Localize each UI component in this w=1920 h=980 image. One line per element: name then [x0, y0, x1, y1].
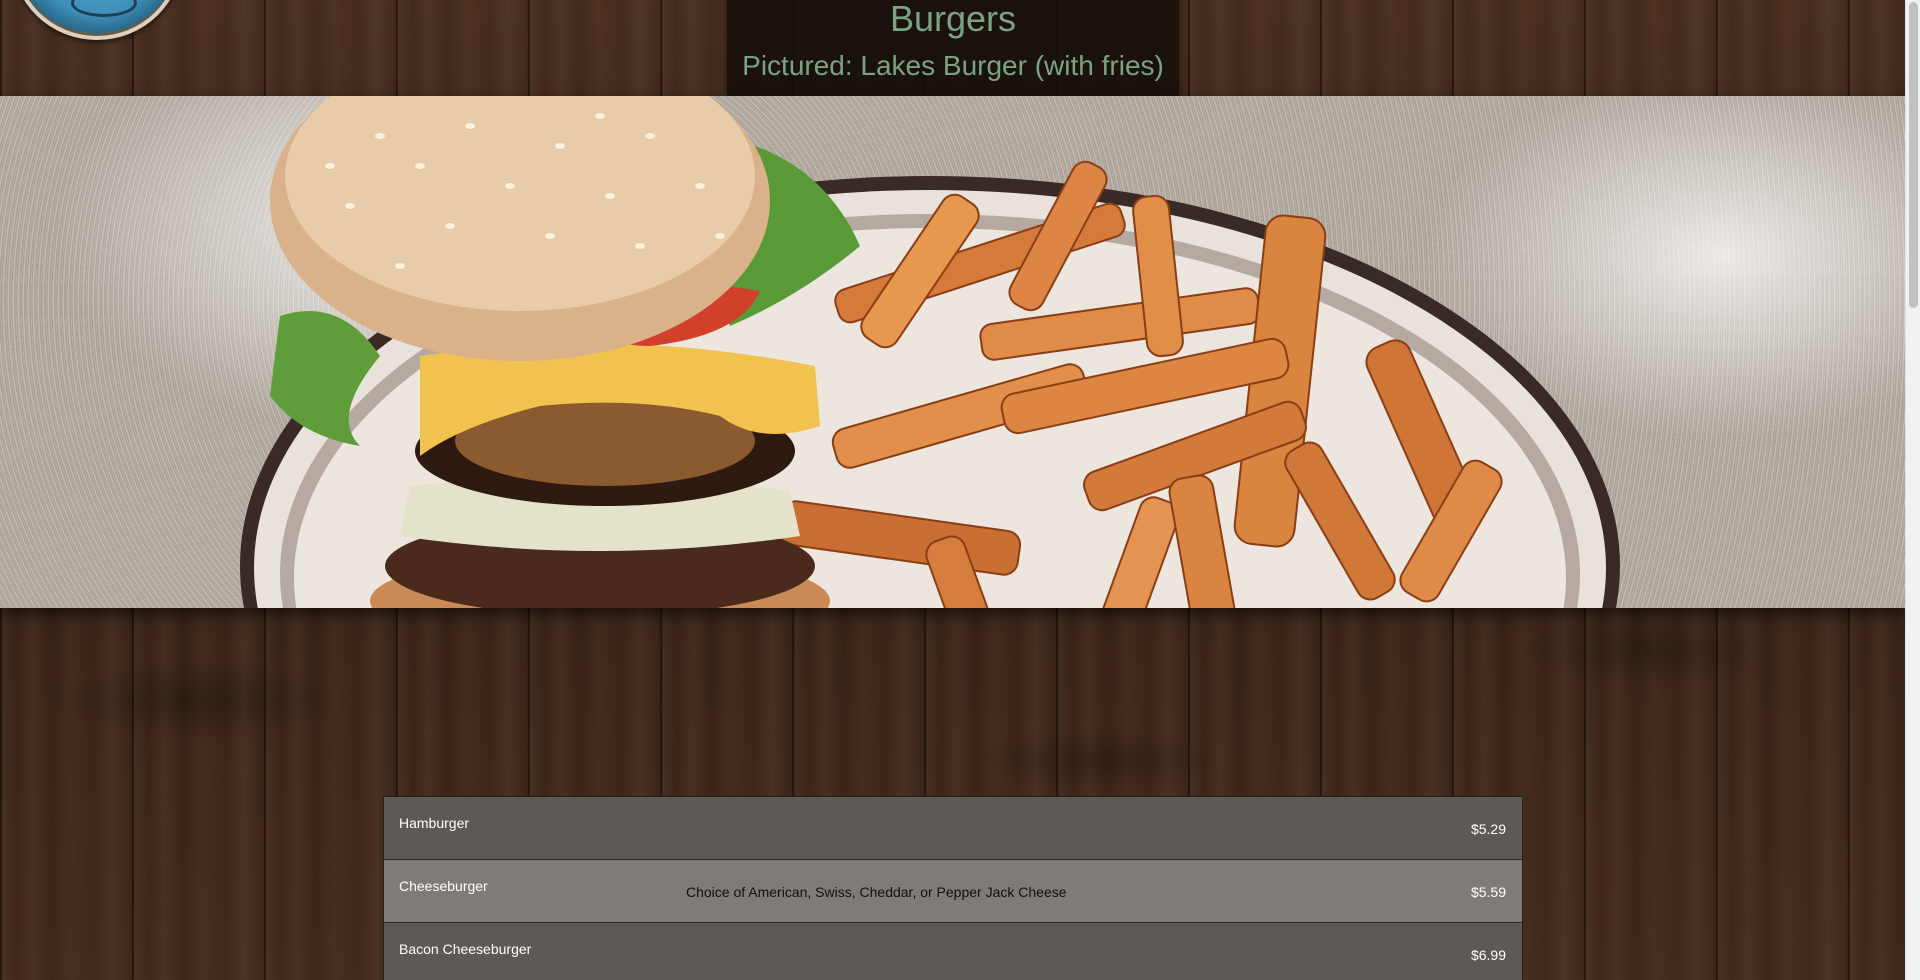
- item-description: Choice of American, Swiss, Cheddar, or P…: [686, 884, 1067, 900]
- menu-table: Hamburger $5.29 Cheeseburger Choice of A…: [383, 796, 1523, 980]
- item-name: Bacon Cheeseburger: [399, 941, 532, 957]
- page-title: Burgers: [889, 0, 1017, 39]
- hero-image: [0, 96, 1905, 608]
- item-name: Cheeseburger: [399, 878, 488, 894]
- item-name: Hamburger: [399, 815, 470, 831]
- vertical-scrollbar[interactable]: [1905, 0, 1920, 980]
- restaurant-logo-icon[interactable]: [12, 0, 182, 40]
- menu-row[interactable]: Cheeseburger Choice of American, Swiss, …: [384, 860, 1522, 923]
- item-price: $5.59: [1470, 884, 1506, 900]
- item-price: $6.99: [1470, 947, 1506, 963]
- title-panel: Burgers Pictured: Lakes Burger (with fri…: [727, 0, 1179, 102]
- item-price: $5.29: [1470, 821, 1506, 837]
- burger-fries-illustration: [240, 96, 1620, 608]
- menu-row[interactable]: Bacon Cheeseburger $6.99: [384, 923, 1522, 980]
- scrollbar-thumb[interactable]: [1909, 2, 1918, 308]
- page: Burgers Pictured: Lakes Burger (with fri…: [0, 0, 1905, 980]
- menu-row[interactable]: Hamburger $5.29: [384, 797, 1522, 860]
- header: Burgers Pictured: Lakes Burger (with fri…: [0, 0, 1905, 102]
- page-subtitle: Pictured: Lakes Burger (with fries): [742, 49, 1164, 81]
